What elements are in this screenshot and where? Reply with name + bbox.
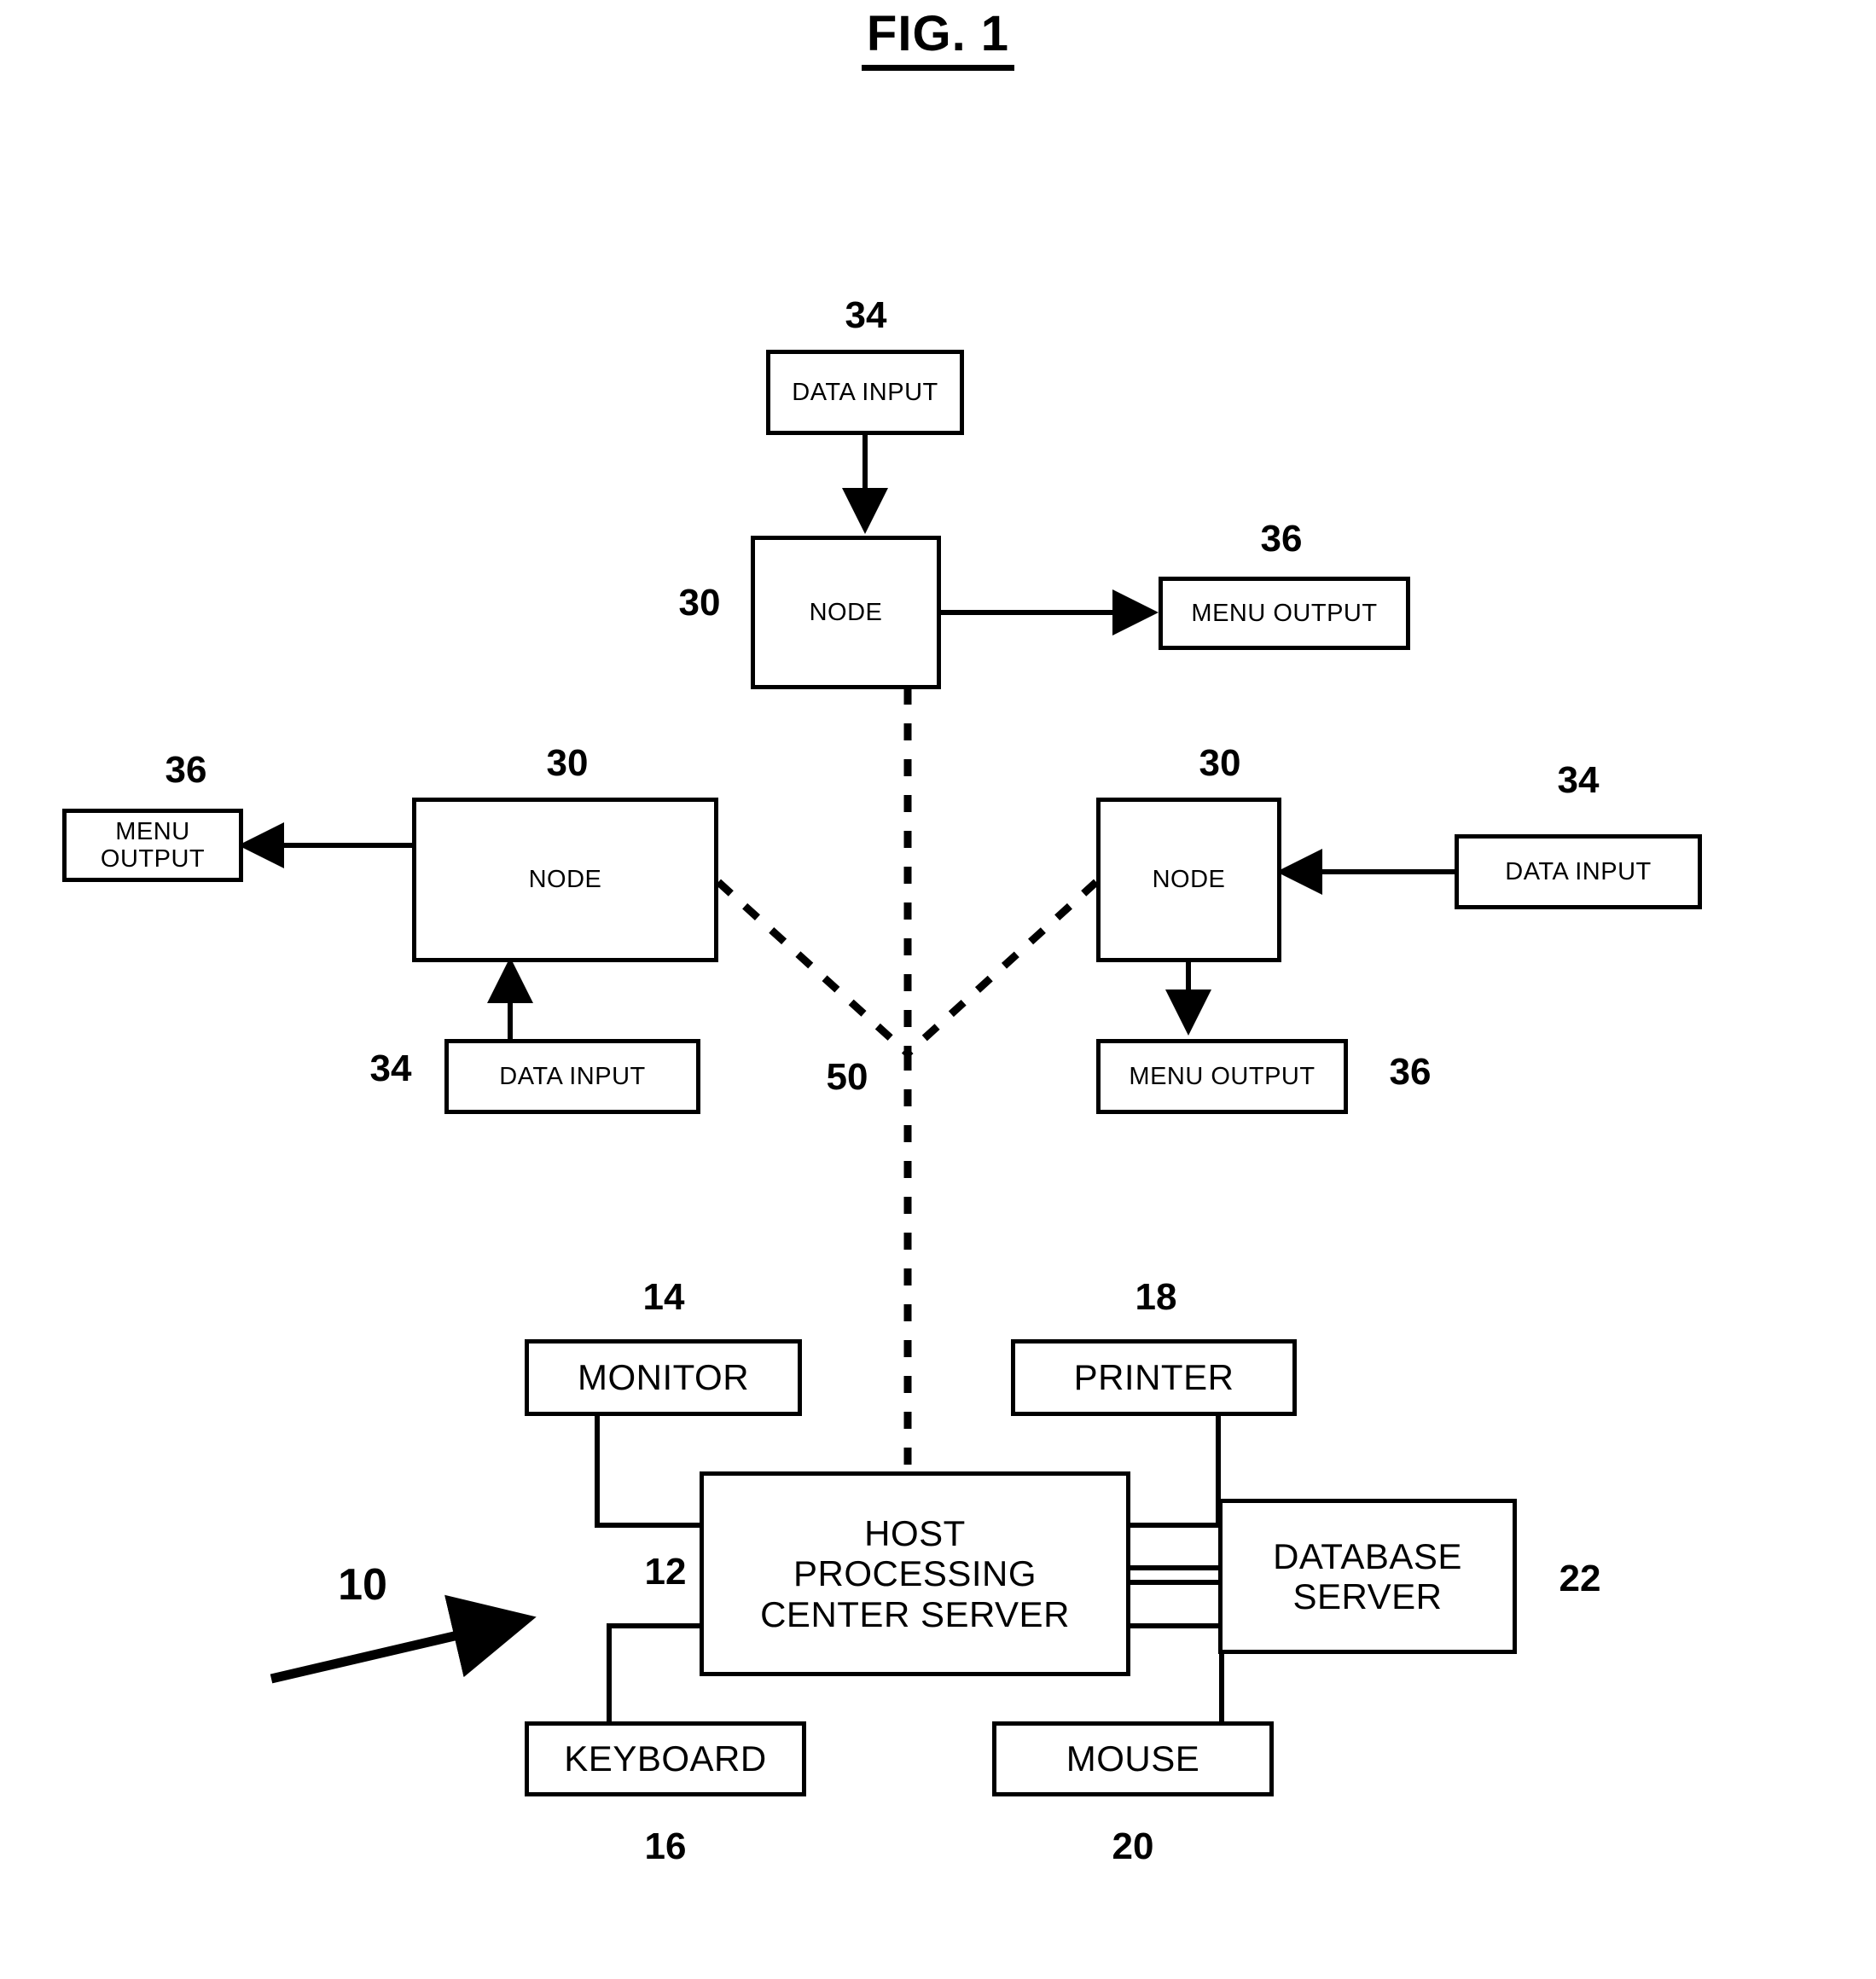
box-label-data-input-top: DATA INPUT [792, 378, 938, 406]
box-database-server: DATABASE SERVER [1218, 1499, 1517, 1654]
box-label-menu-output-left: MENU OUTPUT [100, 817, 206, 873]
box-data-input-left-lower: DATA INPUT [444, 1039, 700, 1114]
box-printer: PRINTER [1011, 1339, 1297, 1416]
box-menu-output-left: MENU OUTPUT [62, 809, 243, 882]
connector-printer-to-host [1130, 1416, 1221, 1528]
ref-36-top-right: 36 [1260, 518, 1303, 560]
ref-34-left-lower: 34 [369, 1048, 412, 1089]
box-data-input-right: DATA INPUT [1455, 834, 1702, 909]
box-label-host-line3: CENTER SERVER [760, 1593, 1070, 1634]
ref-50-junction: 50 [826, 1056, 868, 1098]
box-node-right: NODE [1096, 798, 1281, 962]
connector-monitor-to-host [595, 1416, 700, 1528]
box-menu-output-top-right: MENU OUTPUT [1159, 577, 1410, 650]
box-label-node-left: NODE [528, 866, 602, 894]
box-label-keyboard: KEYBOARD [564, 1738, 767, 1779]
box-label-data-input-left-lower: DATA INPUT [499, 1062, 646, 1090]
box-label-database-line2: SERVER [1292, 1576, 1443, 1616]
ref-34-right: 34 [1557, 759, 1600, 801]
system-reference-arrow [270, 1594, 537, 1684]
box-data-input-top: DATA INPUT [766, 350, 964, 435]
box-monitor: MONITOR [525, 1339, 802, 1416]
ref-14-monitor: 14 [642, 1276, 685, 1318]
box-label-host-line1: HOST [864, 1513, 966, 1554]
figure-page: FIG. 1 34 DATA INPUT 30 NODE 36 MENU OUT… [0, 0, 1876, 1979]
dashed-link-rightnode-to-junction [904, 879, 1100, 1057]
box-label-menu-output-lower-right: MENU OUTPUT [1129, 1062, 1316, 1090]
box-keyboard: KEYBOARD [525, 1721, 806, 1796]
ref-22-database-server: 22 [1559, 1558, 1601, 1599]
ref-30-left: 30 [546, 742, 589, 784]
ref-36-lower-right: 36 [1389, 1051, 1432, 1093]
ref-16-keyboard: 16 [644, 1825, 687, 1867]
ref-20-mouse: 20 [1112, 1825, 1154, 1867]
box-label-monitor: MONITOR [577, 1357, 750, 1398]
ref-30-right: 30 [1199, 742, 1241, 784]
box-label-host-line2: PROCESSING [793, 1553, 1037, 1594]
ref-18-printer: 18 [1135, 1276, 1177, 1318]
box-label-printer: PRINTER [1073, 1357, 1234, 1398]
ref-36-left: 36 [165, 749, 207, 791]
box-node-top: NODE [751, 536, 941, 689]
ref-12-host-server: 12 [644, 1551, 687, 1593]
connector-mouse-to-host [1130, 1623, 1224, 1721]
box-label-mouse: MOUSE [1066, 1738, 1200, 1779]
ref-30-top: 30 [678, 582, 721, 624]
box-label-node-top: NODE [809, 598, 883, 626]
connector-layer [238, 435, 1455, 1721]
connector-keyboard-to-host [607, 1623, 700, 1721]
box-label-node-right: NODE [1152, 866, 1226, 894]
box-node-left: NODE [412, 798, 718, 962]
box-host-processing-center-server: HOST PROCESSING CENTER SERVER [700, 1471, 1130, 1676]
ref-10-system: 10 [338, 1560, 387, 1610]
dashed-link-leftnode-to-junction [715, 879, 911, 1057]
ref-34-top: 34 [845, 294, 887, 336]
box-label-data-input-right: DATA INPUT [1505, 857, 1652, 885]
box-label-menu-output-top-right: MENU OUTPUT [1191, 599, 1378, 627]
box-mouse: MOUSE [992, 1721, 1274, 1796]
box-label-database-line1: DATABASE [1273, 1535, 1462, 1576]
box-menu-output-lower-right: MENU OUTPUT [1096, 1039, 1348, 1114]
